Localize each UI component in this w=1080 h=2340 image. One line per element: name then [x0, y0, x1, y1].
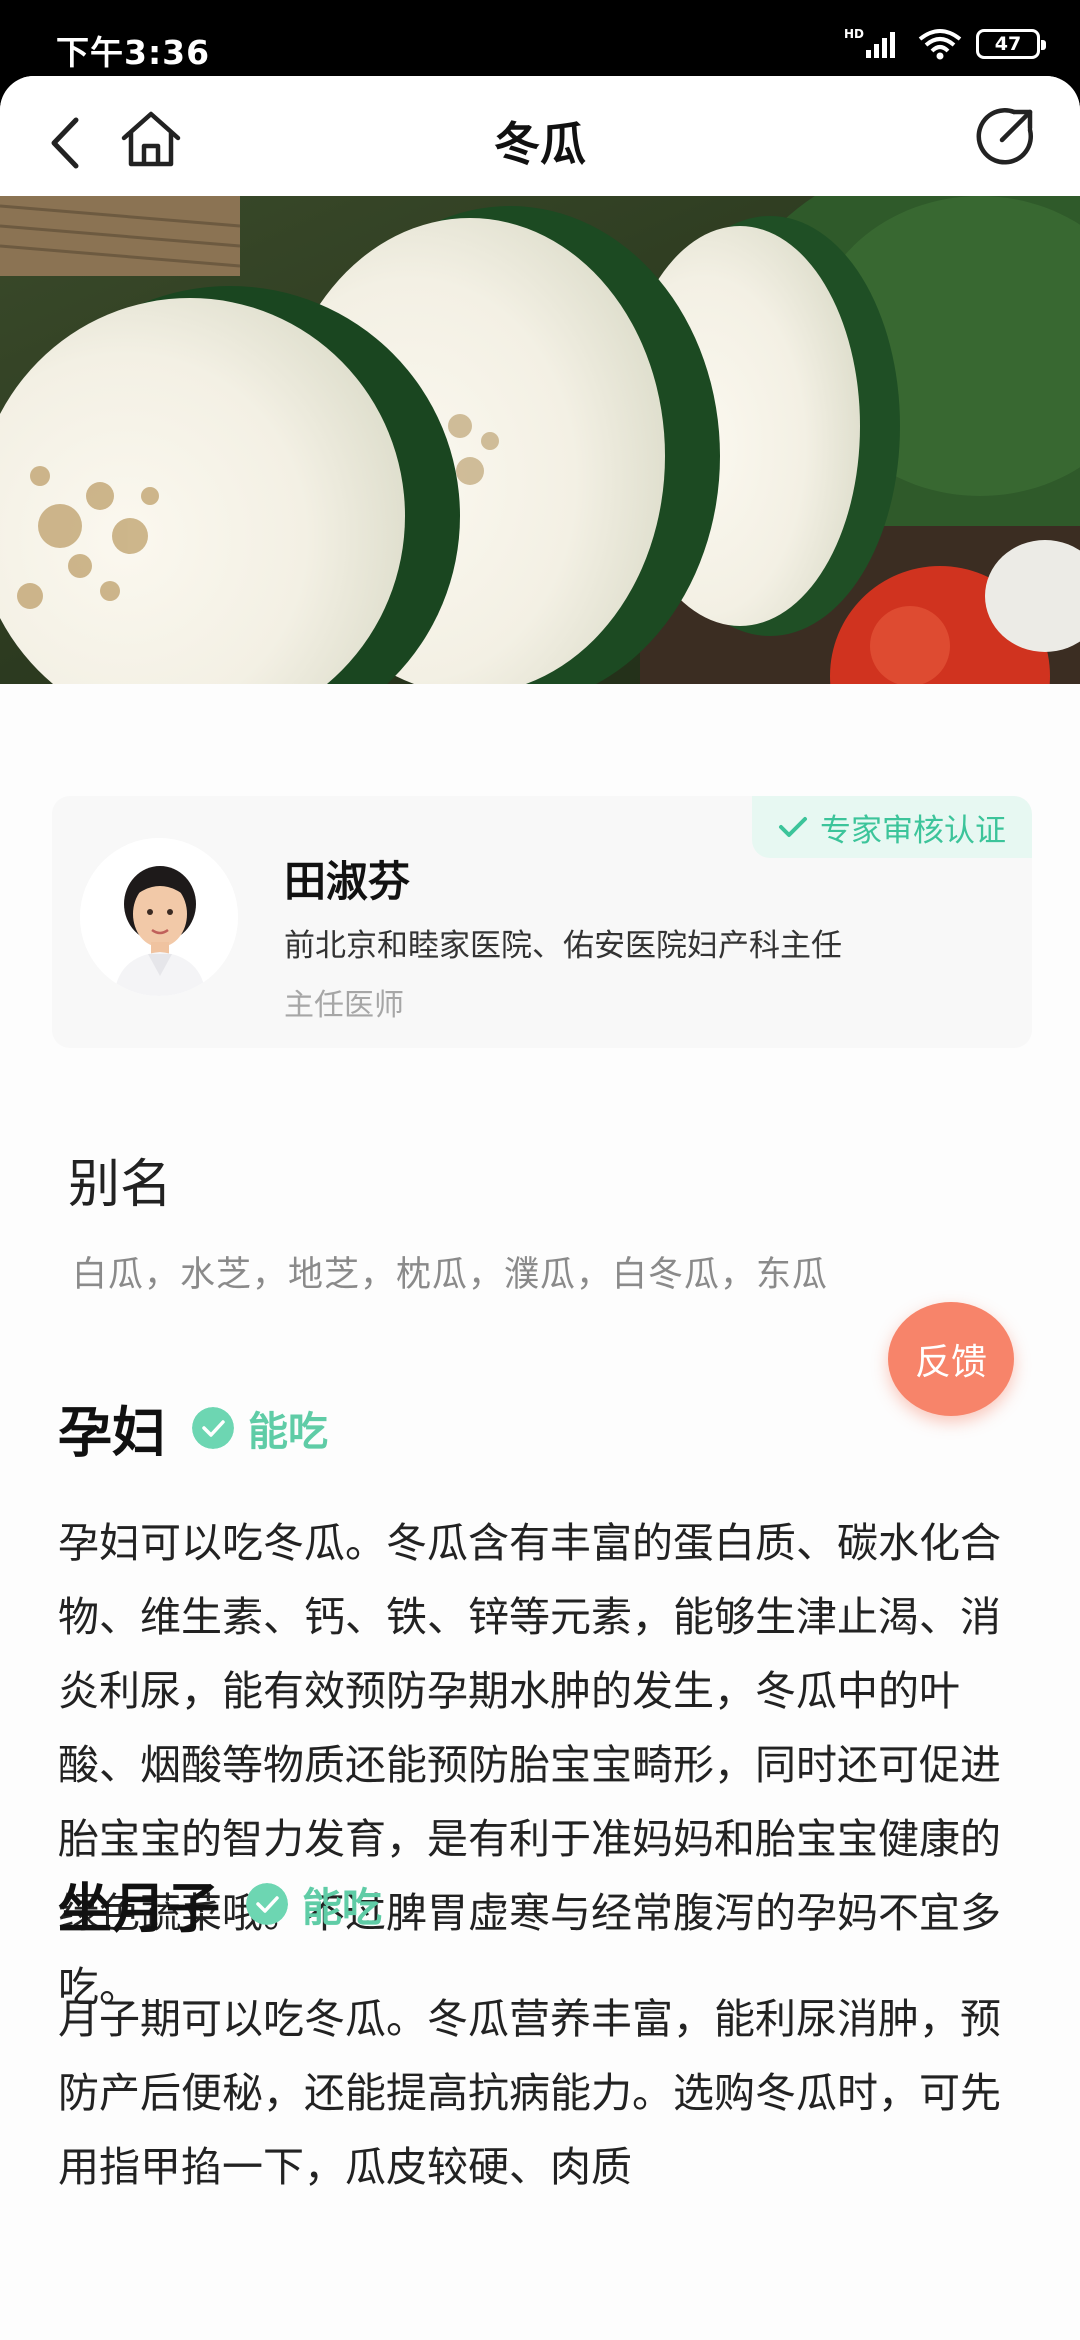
status-time: 下午3:36 [56, 33, 211, 72]
section-postpartum-text: 月子期可以吃冬瓜。冬瓜营养丰富，能利尿消肿，预防产后便秘，还能提高抗病能力。选购… [58, 1995, 1001, 2191]
wifi-icon [918, 29, 962, 60]
verdict-label: 能吃 [248, 1408, 328, 1455]
content-area: 专家审核认证 田淑芬 前北京和睦家医院、佑安医院妇产科主任 主任医师 别名 白瓜… [0, 684, 1080, 2340]
expert-verified-badge: 专家审核认证 [752, 796, 1032, 858]
section-pregnant-text: 孕妇可以吃冬瓜。冬瓜含有丰富的蛋白质、碳水化合物、维生素、钙、铁、锌等元素，能够… [58, 1519, 1001, 2011]
alias-heading: 别名 [68, 1155, 173, 1215]
check-circle-icon [246, 1882, 288, 1925]
winter-melon-photo [0, 196, 1080, 684]
expert-card[interactable]: 专家审核认证 田淑芬 前北京和睦家医院、佑安医院妇产科主任 主任医师 [52, 796, 1032, 1048]
network-type-label: HD [843, 27, 864, 41]
badge-label: 专家审核认证 [820, 812, 1006, 849]
signal-icon [866, 32, 895, 58]
check-circle-icon [192, 1406, 234, 1449]
status-icons: HD 47 [830, 24, 1046, 64]
nav-bar: 冬瓜 [0, 76, 1080, 196]
verdict-badge: 能吃 [192, 1399, 328, 1457]
status-bar: 下午3:36 HD 47 [0, 0, 1080, 76]
section-title: 坐月子 [58, 1877, 220, 1940]
section-title: 孕妇 [58, 1401, 166, 1464]
check-icon [779, 817, 807, 837]
expert-organization: 前北京和睦家医院、佑安医院妇产科主任 [284, 928, 842, 964]
app-screen: 冬瓜 专家审核认证 田淑芬 前北京和睦家医院、佑安医院妇产科主任 主任医师 别名… [0, 76, 1080, 2340]
feedback-button[interactable]: 反馈 [888, 1302, 1014, 1416]
alias-list: 白瓜，水芝，地芝，枕瓜，濮瓜，白冬瓜，东瓜 [72, 1255, 829, 1295]
section-pregnant-header: 孕妇 能吃 [58, 1388, 328, 1467]
battery-icon: 47 [976, 29, 1046, 59]
battery-level: 47 [994, 33, 1022, 55]
verdict-label: 能吃 [302, 1884, 382, 1931]
expert-title: 主任医师 [284, 988, 404, 1023]
section-postpartum-header: 坐月子 能吃 [58, 1864, 382, 1943]
share-icon[interactable] [974, 106, 1036, 168]
expert-name: 田淑芬 [284, 857, 411, 906]
verdict-badge: 能吃 [246, 1875, 382, 1933]
hero-image [0, 196, 1080, 684]
page-title: 冬瓜 [494, 117, 586, 171]
avatar [80, 838, 238, 996]
